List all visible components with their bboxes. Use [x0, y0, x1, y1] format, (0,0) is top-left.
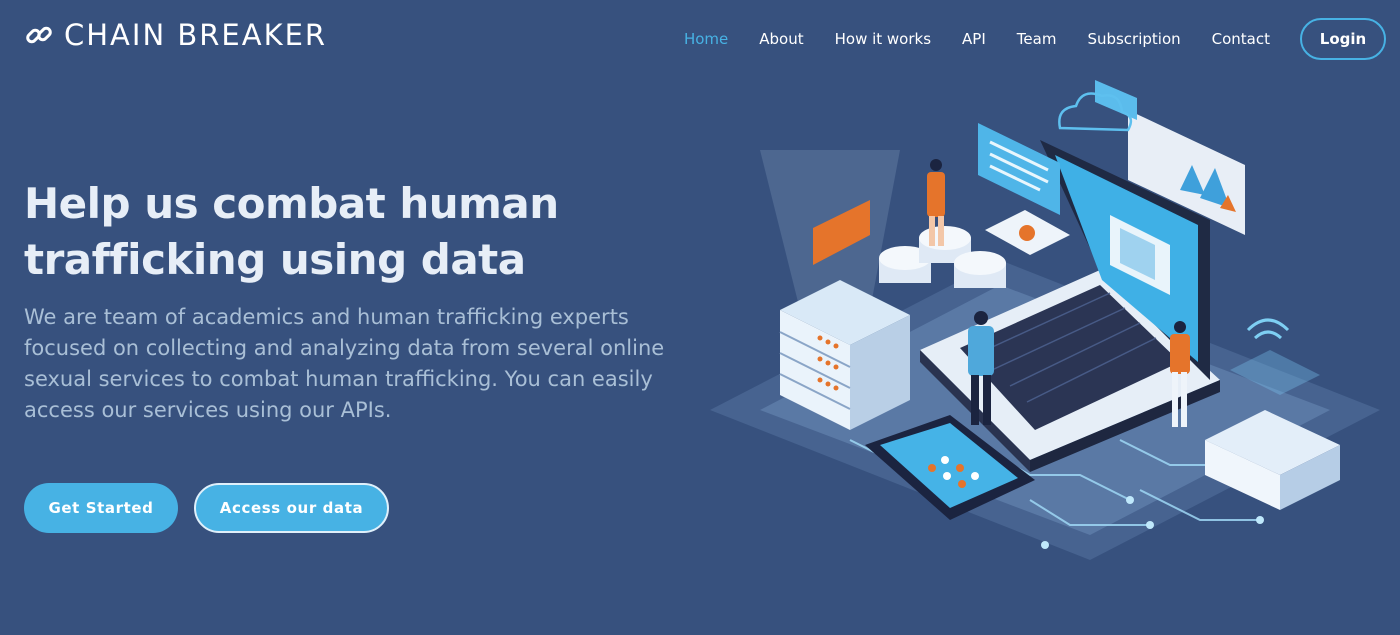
get-started-button[interactable]: Get Started [24, 483, 178, 533]
nav-item-how-it-works[interactable]: How it works [835, 18, 931, 60]
nav-item-contact[interactable]: Contact [1212, 18, 1270, 60]
access-data-button[interactable]: Access our data [194, 483, 389, 533]
wifi-icon [1246, 318, 1290, 340]
top-navigation-bar: CHAIN BREAKER Home About How it works AP… [0, 0, 1400, 80]
floating-panel-small [1095, 80, 1137, 120]
hero-title-line-2: trafficking using data [24, 235, 526, 284]
nav-item-home[interactable]: Home [684, 18, 728, 60]
brand-logo[interactable]: CHAIN BREAKER [24, 18, 327, 52]
login-button[interactable]: Login [1300, 18, 1386, 60]
nav-item-subscription[interactable]: Subscription [1087, 18, 1180, 60]
hero-title: Help us combat human trafficking using d… [24, 176, 684, 288]
hero-title-line-1: Help us combat human [24, 179, 559, 228]
nav-item-about[interactable]: About [759, 18, 803, 60]
hero-description: We are team of academics and human traff… [24, 305, 665, 422]
main-nav: Home About How it works API Team Subscri… [653, 18, 1386, 60]
hero-illustration [700, 80, 1400, 631]
nav-item-team[interactable]: Team [1017, 18, 1057, 60]
brand-name: CHAIN BREAKER [64, 18, 328, 52]
chain-link-icon [24, 20, 54, 50]
nav-item-api[interactable]: API [962, 18, 986, 60]
